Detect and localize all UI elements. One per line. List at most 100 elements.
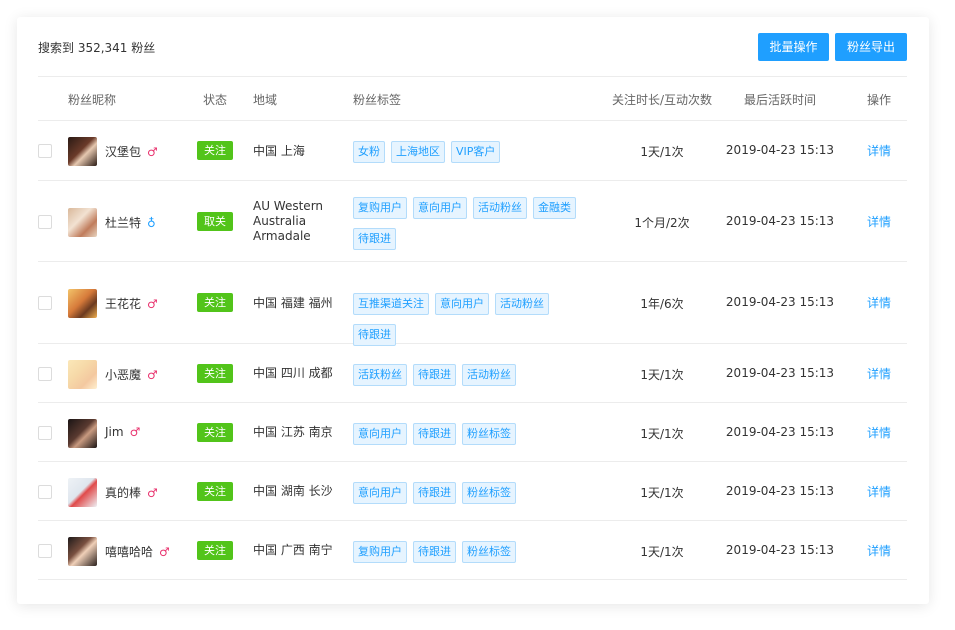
region-line: Armadale: [253, 229, 311, 243]
nickname-text: 王花花: [105, 297, 142, 311]
table-body: 汉堡包 ♂ 关注 中国 上海 女粉 上海地区 VIP客户 1天/1次 2019-04-23 15…: [38, 121, 907, 580]
status-badge: 关注: [197, 422, 233, 442]
table-row: 小恶魔 ♂ 关注 中国 四川 成都 活跃粉丝 待跟进 活动粉丝 1天/1次 2019-04-23…: [38, 344, 907, 403]
row-checkbox[interactable]: [38, 484, 52, 499]
region-line: 中国 上海: [253, 143, 305, 158]
duration-interactions: 1天/1次: [640, 544, 684, 559]
column-header-nickname: 粉丝昵称: [68, 93, 117, 107]
row-checkbox[interactable]: [38, 425, 52, 440]
fan-nickname[interactable]: 杜兰特 ♁: [105, 214, 156, 231]
detail-link[interactable]: 详情: [867, 365, 891, 382]
detail-link[interactable]: 详情: [867, 213, 891, 230]
gender-icon: ♂: [159, 544, 170, 559]
nickname-text: 真的棒: [105, 485, 142, 500]
region-cell: 中国 上海: [253, 144, 305, 159]
status-badge: 关注: [197, 481, 233, 501]
region-cell: AU Western Australia Armadale: [253, 199, 323, 244]
duration-interactions: 1天/1次: [640, 367, 684, 382]
duration-interactions: 1个月/2次: [634, 215, 690, 230]
row-checkbox[interactable]: [38, 214, 52, 229]
fan-tag[interactable]: 待跟进: [353, 324, 396, 346]
detail-link[interactable]: 详情: [867, 142, 891, 159]
duration-interactions: 1天/1次: [640, 485, 684, 500]
fan-tag[interactable]: 金融类: [533, 196, 576, 219]
export-fans-button[interactable]: 粉丝导出: [835, 33, 907, 61]
fan-tag[interactable]: 活动粉丝: [473, 196, 527, 219]
avatar: [68, 536, 97, 566]
toolbar: 搜索到 352,341 粉丝 批量操作 粉丝导出: [17, 17, 929, 77]
fan-nickname[interactable]: 小恶魔 ♂: [105, 366, 158, 383]
row-checkbox[interactable]: [38, 543, 52, 558]
tag-list: 意向用户 待跟进 粉丝标签: [353, 422, 588, 453]
region-cell: 中国 湖南 长沙: [253, 484, 333, 499]
column-header-duration: 关注时长/互动次数: [612, 93, 713, 107]
fan-tag[interactable]: 意向用户: [353, 481, 407, 504]
row-checkbox[interactable]: [38, 366, 52, 381]
fan-tag[interactable]: 粉丝标签: [462, 540, 516, 563]
region-line: Australia: [253, 214, 307, 228]
fan-nickname[interactable]: Jim ♂: [105, 425, 140, 439]
fan-tag[interactable]: 上海地区: [391, 141, 445, 163]
fan-tag[interactable]: 待跟进: [413, 422, 456, 445]
table-row: 真的棒 ♂ 关注 中国 湖南 长沙 意向用户 待跟进 粉丝标签 1天/1次 2019-04-23…: [38, 462, 907, 521]
row-checkbox[interactable]: [38, 144, 52, 158]
avatar: [68, 137, 97, 166]
last-active-time: 2019-04-23 15:13: [725, 542, 835, 557]
tag-list: 意向用户 待跟进 粉丝标签: [353, 481, 588, 512]
region-line: 中国 四川 成都: [253, 366, 333, 380]
nickname-text: Jim: [105, 424, 124, 439]
column-header-action: 操作: [867, 93, 892, 107]
region-line: 中国 湖南 长沙: [253, 484, 333, 498]
last-active-time: 2019-04-23 15:13: [725, 295, 835, 309]
gender-icon: ♂: [147, 485, 158, 500]
detail-link[interactable]: 详情: [867, 483, 891, 500]
fan-tag[interactable]: 意向用户: [413, 196, 467, 219]
fan-nickname[interactable]: 王花花 ♂: [105, 295, 158, 312]
search-result-count: 搜索到 352,341 粉丝: [38, 41, 156, 55]
fan-tag[interactable]: 活动粉丝: [495, 293, 549, 315]
fan-tag[interactable]: 粉丝标签: [462, 481, 516, 504]
duration-interactions: 1天/1次: [640, 426, 684, 441]
table-row: 王花花 ♂ 关注 中国 福建 福州 互推渠道关注 意向用户 活动粉丝待跟进 1年/6次 2019…: [38, 262, 907, 346]
table-row: 杜兰特 ♁ 取关 AU Western Australia Armadale 复购用户 意向用…: [38, 181, 907, 262]
fan-nickname[interactable]: 嘻嘻哈哈 ♂: [105, 543, 170, 560]
detail-link[interactable]: 详情: [867, 424, 891, 441]
fan-tag[interactable]: 待跟进: [413, 481, 456, 504]
fan-tag[interactable]: 互推渠道关注: [353, 293, 429, 315]
last-active-time: 2019-04-23 15:13: [725, 424, 835, 439]
fan-tag[interactable]: 意向用户: [435, 293, 489, 315]
detail-link[interactable]: 详情: [867, 542, 891, 559]
last-active-time: 2019-04-23 15:13: [725, 213, 835, 228]
duration-interactions: 1天/1次: [640, 145, 684, 159]
fan-tag[interactable]: 待跟进: [413, 363, 456, 386]
tag-list: 活跃粉丝 待跟进 活动粉丝: [353, 363, 588, 394]
fan-tag[interactable]: 女粉: [353, 141, 385, 163]
duration-interactions: 1年/6次: [640, 297, 684, 311]
fan-tag[interactable]: 复购用户: [353, 196, 407, 219]
fan-tag[interactable]: 复购用户: [353, 540, 407, 563]
detail-link[interactable]: 详情: [867, 294, 891, 311]
last-active-time: 2019-04-23 15:13: [725, 143, 835, 157]
fan-tag[interactable]: 活跃粉丝: [353, 363, 407, 386]
nickname-text: 嘻嘻哈哈: [105, 544, 154, 559]
fan-tag[interactable]: 待跟进: [353, 227, 396, 250]
fan-nickname[interactable]: 汉堡包 ♂: [105, 143, 158, 160]
status-badge: 关注: [197, 363, 233, 383]
fan-table: 粉丝昵称 状态 地域 粉丝标签 关注时长/互动次数 最后活跃时间 操作 汉堡包 ♂…: [38, 76, 907, 580]
region-cell: 中国 江苏 南京: [253, 425, 333, 440]
fan-tag[interactable]: 待跟进: [413, 540, 456, 563]
avatar: [68, 359, 97, 389]
avatar: [68, 207, 97, 237]
fan-nickname[interactable]: 真的棒 ♂: [105, 484, 158, 501]
table-row: 汉堡包 ♂ 关注 中国 上海 女粉 上海地区 VIP客户 1天/1次 2019-04-23 15…: [38, 121, 907, 181]
fan-tag[interactable]: 活动粉丝: [462, 363, 516, 386]
fan-tag[interactable]: 粉丝标签: [462, 422, 516, 445]
fan-tag[interactable]: 意向用户: [353, 422, 407, 445]
region-cell: 中国 福建 福州: [253, 296, 333, 311]
row-checkbox[interactable]: [38, 296, 52, 310]
fan-tag[interactable]: VIP客户: [451, 141, 501, 163]
avatar: [68, 477, 97, 507]
batch-operation-button[interactable]: 批量操作: [758, 33, 829, 61]
last-active-time: 2019-04-23 15:13: [725, 483, 835, 498]
gender-icon: ♁: [147, 215, 156, 230]
